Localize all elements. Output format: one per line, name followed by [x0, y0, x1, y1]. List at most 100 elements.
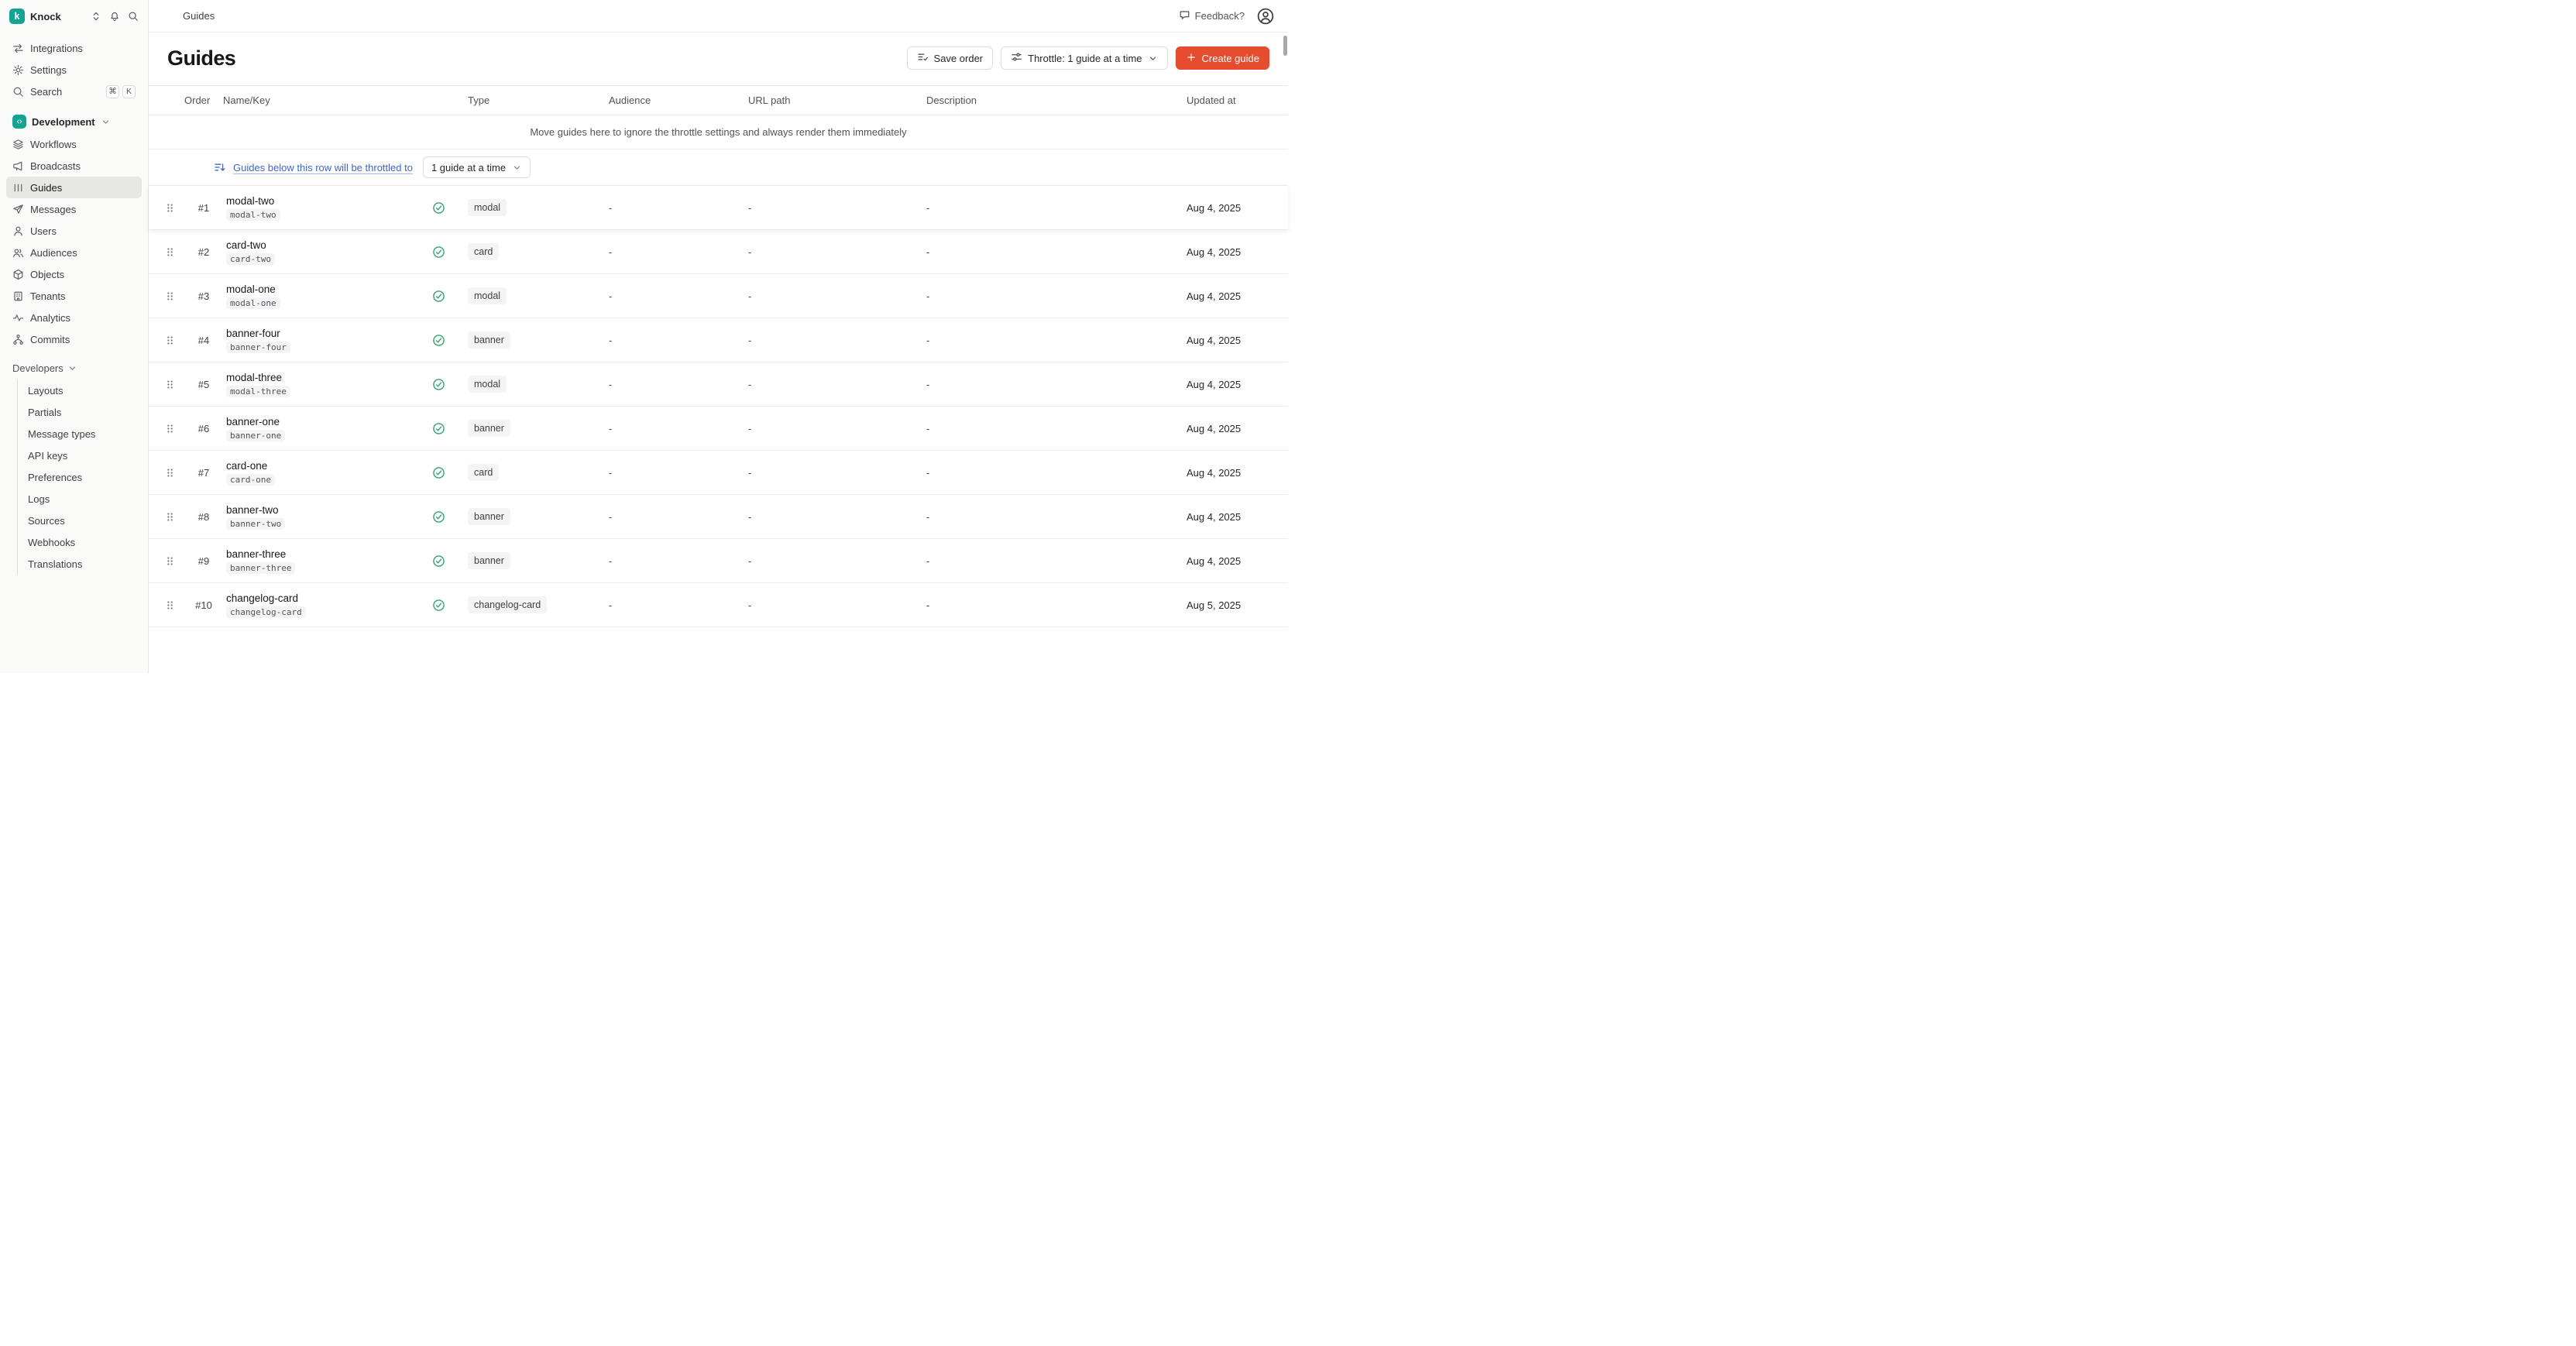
row-drag-handle[interactable] — [149, 467, 184, 479]
table-row[interactable]: #4banner-fourbanner-fourbanner---Aug 4, … — [149, 318, 1288, 362]
row-order: #8 — [184, 511, 223, 523]
save-order-label: Save order — [934, 53, 984, 64]
guide-name-cell[interactable]: modal-twomodal-two — [223, 195, 432, 221]
app-root: k Knock IntegrationsSettingsSearch⌘K Dev… — [0, 0, 1288, 673]
sidebar-item-message-types[interactable]: Message types — [18, 423, 142, 445]
sidebar-item-settings[interactable]: Settings — [6, 59, 142, 81]
workflows-icon — [12, 139, 24, 150]
create-guide-button[interactable]: Create guide — [1176, 46, 1269, 70]
table-row[interactable]: #8banner-twobanner-twobanner---Aug 4, 20… — [149, 495, 1288, 539]
row-drag-handle[interactable] — [149, 246, 184, 258]
sidebar-item-label: API keys — [28, 450, 67, 462]
table-row[interactable]: #1modal-twomodal-twomodal---Aug 4, 2025 — [149, 186, 1288, 230]
sidebar-section-development[interactable]: Development — [6, 110, 142, 133]
check-circle-icon — [432, 555, 445, 568]
sidebar-item-broadcasts[interactable]: Broadcasts — [6, 155, 142, 177]
sidebar-item-translations[interactable]: Translations — [18, 553, 142, 575]
row-drag-handle[interactable] — [149, 379, 184, 390]
guide-status-cell — [432, 290, 459, 303]
save-order-button[interactable]: Save order — [907, 46, 994, 70]
guide-audience: - — [606, 467, 745, 479]
sidebar-item-audiences[interactable]: Audiences — [6, 242, 142, 263]
table-row[interactable]: #3modal-onemodal-onemodal---Aug 4, 2025 — [149, 274, 1288, 318]
guide-key: card-two — [226, 253, 275, 265]
expand-icon — [91, 11, 101, 22]
throttle-dropdown-button[interactable]: Throttle: 1 guide at a time — [1001, 46, 1167, 70]
sidebar-item-tenants[interactable]: Tenants — [6, 285, 142, 307]
guide-audience: - — [606, 555, 745, 567]
plus-icon — [1186, 52, 1197, 63]
sidebar-section-developers[interactable]: Developers — [6, 356, 142, 379]
guide-name-cell[interactable]: modal-threemodal-three — [223, 372, 432, 397]
guide-name-cell[interactable]: banner-fourbanner-four — [223, 328, 432, 353]
guide-name-cell[interactable]: modal-onemodal-one — [223, 283, 432, 309]
drag-handle-icon — [164, 202, 176, 214]
section-label: Development — [32, 116, 95, 128]
guide-name: card-two — [226, 239, 432, 251]
guide-name-cell[interactable]: banner-threebanner-three — [223, 548, 432, 574]
sidebar-item-users[interactable]: Users — [6, 220, 142, 242]
row-drag-handle[interactable] — [149, 202, 184, 214]
notifications-bell-button[interactable] — [109, 11, 120, 22]
sidebar-item-workflows[interactable]: Workflows — [6, 133, 142, 155]
chevron-down-icon — [1148, 53, 1158, 64]
bell-icon — [109, 11, 120, 22]
row-drag-handle[interactable] — [149, 335, 184, 346]
guide-key: banner-one — [226, 430, 285, 441]
sidebar-item-sources[interactable]: Sources — [18, 510, 142, 531]
sidebar-item-webhooks[interactable]: Webhooks — [18, 531, 142, 553]
table-row[interactable]: #10changelog-cardchangelog-cardchangelog… — [149, 583, 1288, 627]
check-circle-icon — [432, 599, 445, 612]
avatar-icon — [1257, 8, 1274, 25]
user-avatar[interactable] — [1257, 8, 1274, 25]
sidebar-item-objects[interactable]: Objects — [6, 263, 142, 285]
row-drag-handle[interactable] — [149, 511, 184, 523]
throttle-select[interactable]: 1 guide at a time — [423, 156, 531, 178]
row-drag-handle[interactable] — [149, 423, 184, 434]
workspace-switcher[interactable]: k Knock — [0, 0, 148, 33]
guide-name-cell[interactable]: banner-onebanner-one — [223, 416, 432, 441]
guide-type-badge: modal — [468, 376, 507, 393]
row-order: #5 — [184, 379, 223, 390]
sidebar-item-label: Webhooks — [28, 537, 75, 548]
table-row[interactable]: #2card-twocard-twocard---Aug 4, 2025 — [149, 230, 1288, 274]
table-body: #1modal-twomodal-twomodal---Aug 4, 2025 #… — [149, 186, 1288, 627]
row-drag-handle[interactable] — [149, 599, 184, 611]
table-row[interactable]: #6banner-onebanner-onebanner---Aug 4, 20… — [149, 407, 1288, 451]
guide-name-cell[interactable]: banner-twobanner-two — [223, 504, 432, 530]
table-row[interactable]: #9banner-threebanner-threebanner---Aug 4… — [149, 539, 1288, 583]
sidebar-item-commits[interactable]: Commits — [6, 328, 142, 350]
page-title: Guides — [167, 45, 235, 71]
sidebar-item-api-keys[interactable]: API keys — [18, 445, 142, 466]
row-drag-handle[interactable] — [149, 290, 184, 302]
sidebar-item-logs[interactable]: Logs — [18, 488, 142, 510]
expand-workspace-button[interactable] — [91, 11, 101, 22]
guide-updated-at: Aug 5, 2025 — [1183, 599, 1288, 611]
sidebar-item-guides[interactable]: Guides — [6, 177, 142, 198]
row-drag-handle[interactable] — [149, 555, 184, 567]
sidebar-item-search[interactable]: Search⌘K — [6, 81, 142, 102]
guide-description: - — [923, 246, 1183, 258]
row-order: #6 — [184, 423, 223, 434]
table-row[interactable]: #5modal-threemodal-threemodal---Aug 4, 2… — [149, 362, 1288, 407]
guide-url-path: - — [745, 555, 923, 567]
sidebar-item-preferences[interactable]: Preferences — [18, 466, 142, 488]
guide-name-cell[interactable]: card-onecard-one — [223, 460, 432, 486]
sidebar-item-layouts[interactable]: Layouts — [18, 379, 142, 401]
guide-type-cell: banner — [459, 331, 606, 349]
column-header-audience: Audience — [606, 94, 745, 106]
sidebar-item-partials[interactable]: Partials — [18, 401, 142, 423]
create-guide-label: Create guide — [1202, 53, 1259, 64]
scrollbar-thumb[interactable] — [1283, 36, 1287, 56]
throttle-divider-label[interactable]: Guides below this row will be throttled … — [233, 162, 413, 173]
guide-name-cell[interactable]: card-two card-two — [223, 239, 432, 265]
guide-type-cell: modal — [459, 376, 606, 393]
search-button[interactable] — [128, 11, 139, 22]
feedback-button[interactable]: Feedback? — [1179, 9, 1245, 23]
guide-name-cell[interactable]: changelog-cardchangelog-card — [223, 592, 432, 618]
table-row[interactable]: #7card-onecard-onecard---Aug 4, 2025 — [149, 451, 1288, 495]
guide-audience: - — [606, 246, 745, 258]
sidebar-item-integrations[interactable]: Integrations — [6, 37, 142, 59]
sidebar-item-analytics[interactable]: Analytics — [6, 307, 142, 328]
sidebar-item-messages[interactable]: Messages — [6, 198, 142, 220]
